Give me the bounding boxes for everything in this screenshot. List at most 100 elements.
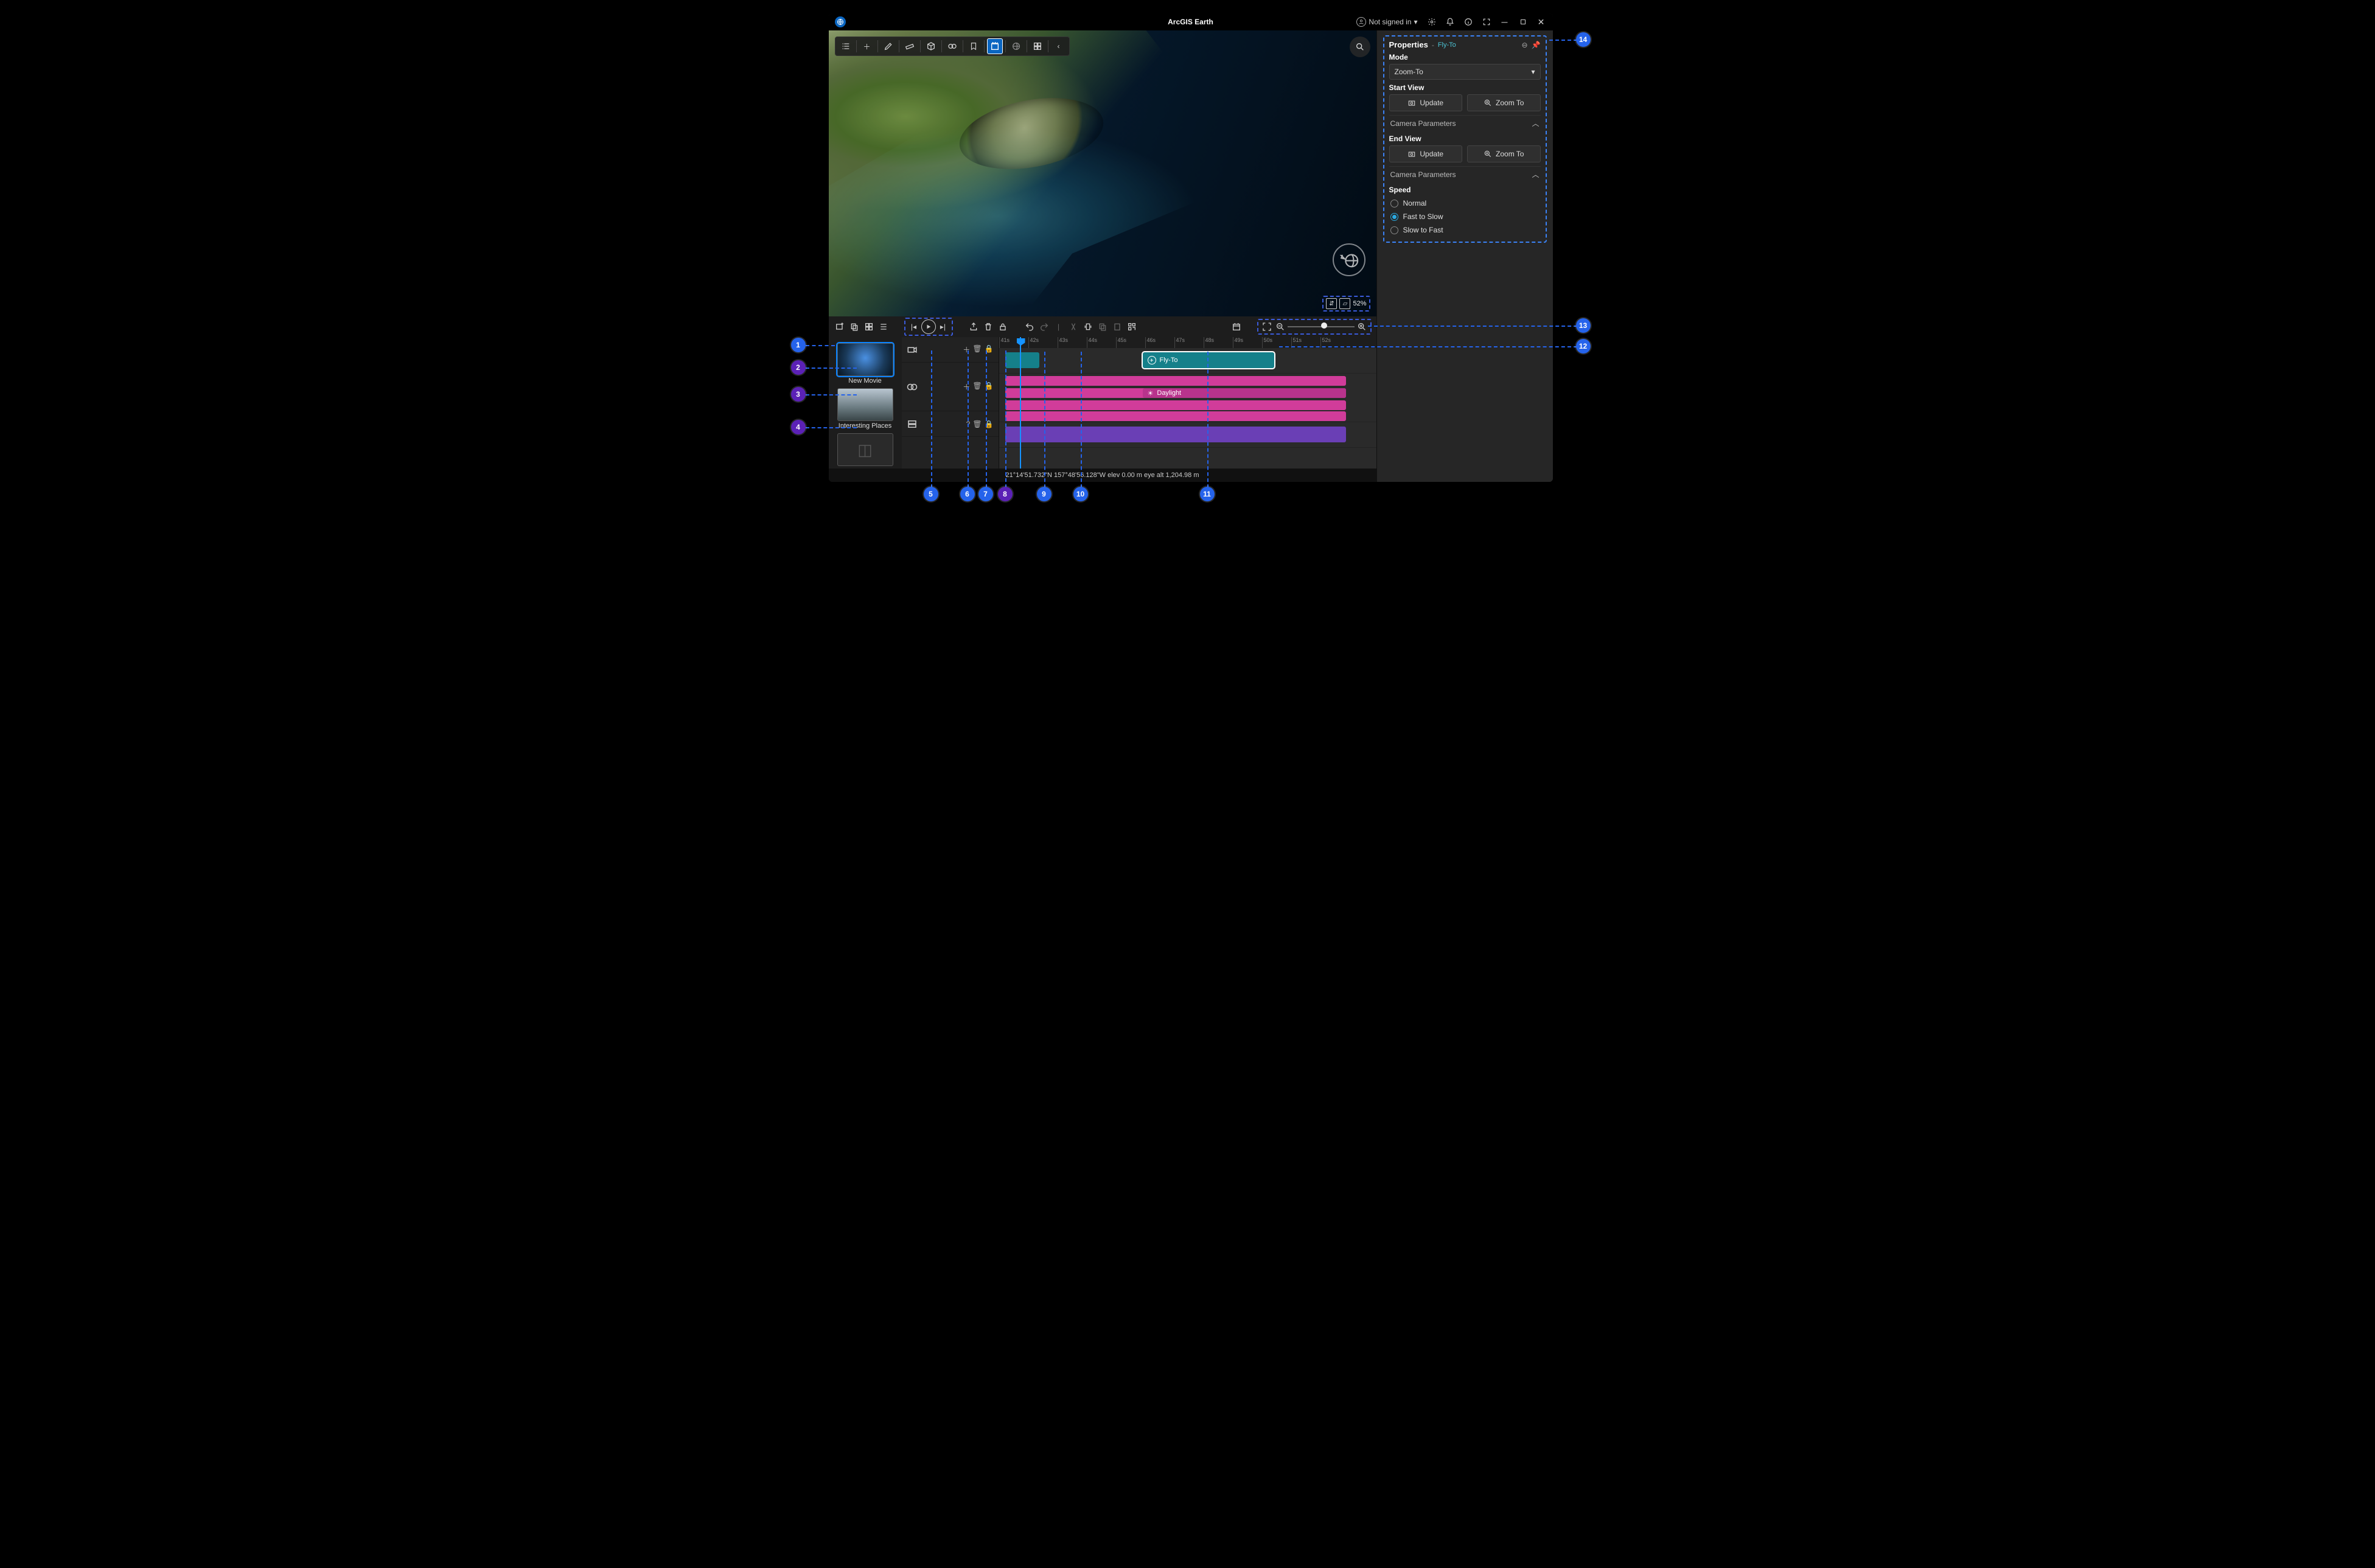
callout-11: 11 (1200, 487, 1215, 501)
redo-icon[interactable] (1038, 321, 1050, 333)
globe-icon[interactable] (1008, 38, 1024, 54)
add-movie-icon[interactable] (834, 321, 846, 333)
effect-segment[interactable] (1005, 376, 1346, 386)
zoom-extent-icon[interactable] (1261, 321, 1273, 333)
grid-icon[interactable] (1030, 38, 1045, 54)
navigator-globe[interactable] (1333, 243, 1365, 276)
extent-icon[interactable]: ▱ (1339, 298, 1350, 309)
export-icon[interactable] (968, 321, 980, 333)
paste-clip-icon[interactable] (1111, 321, 1123, 333)
camera-lane[interactable]: ✈ Fly-To (999, 348, 1376, 374)
duplicate-movie-icon[interactable] (848, 321, 860, 333)
zoom-out-icon[interactable] (1274, 321, 1286, 333)
track-camera-header: ＋ 🗑 🔒 (902, 337, 999, 363)
camera-segment[interactable] (1005, 352, 1039, 368)
split-icon[interactable] (1067, 321, 1079, 333)
separator (920, 40, 921, 52)
prev-frame-icon[interactable]: |◂ (908, 321, 920, 333)
separator (941, 40, 942, 52)
marker-icon[interactable]: | (1053, 321, 1065, 333)
camera-params-row[interactable]: Camera Parameters ︿ (1389, 115, 1541, 131)
callout-4: 4 (791, 420, 806, 434)
startview-zoomto-button[interactable]: Zoom To (1467, 94, 1541, 111)
dash (806, 427, 857, 428)
camera-params-label: Camera Parameters (1390, 119, 1456, 128)
tick: 44s (1087, 337, 1116, 348)
globe-viewport[interactable]: ＋ (829, 30, 1376, 316)
overlay-lane[interactable] (999, 422, 1376, 448)
pin-icon[interactable]: 📌 (1532, 41, 1541, 49)
callout-12: 12 (1576, 339, 1591, 354)
movie-thumb (837, 343, 893, 376)
exaggeration-icon[interactable]: ⇵ (1326, 298, 1337, 309)
play-button[interactable] (921, 319, 936, 334)
flyto-segment[interactable]: ✈ Fly-To (1143, 352, 1274, 368)
movie-item[interactable]: New Movie (837, 343, 893, 385)
add-icon[interactable]: ＋ (859, 38, 875, 54)
dash (1005, 350, 1006, 488)
ruler-icon[interactable] (902, 38, 918, 54)
dash (1549, 40, 1577, 41)
dash (1044, 352, 1045, 488)
tick: 45s (1116, 337, 1145, 348)
track-delete-icon[interactable]: 🗑 (972, 382, 982, 392)
dash (1368, 326, 1577, 327)
movie-grid-icon[interactable] (863, 321, 875, 333)
mode-label: Mode (1389, 53, 1541, 61)
exaggeration-value: 52% (1353, 300, 1366, 307)
speed-option-normal[interactable]: Normal (1389, 197, 1541, 210)
panel-subtitle: Fly-To (1438, 41, 1456, 49)
separator (856, 40, 857, 52)
startview-update-button[interactable]: Update (1389, 94, 1463, 111)
collapse-icon[interactable]: ⊖ (1521, 41, 1527, 49)
lock-icon[interactable] (997, 321, 1009, 333)
zoom-slider[interactable] (1288, 325, 1355, 329)
effect-segment[interactable] (1005, 411, 1346, 421)
overlay-segment[interactable] (1005, 427, 1346, 442)
bookmark-icon[interactable] (966, 38, 982, 54)
dash (806, 368, 857, 369)
endview-zoomto-button[interactable]: Zoom To (1467, 145, 1541, 162)
speed-option-fast-to-slow[interactable]: Fast to Slow (1389, 210, 1541, 223)
movie-name: Interesting Places (837, 422, 893, 430)
keyframe-icon[interactable] (1082, 321, 1094, 333)
speed-option-slow-to-fast[interactable]: Slow to Fast (1389, 223, 1541, 237)
zoom-controls (1257, 319, 1372, 335)
button-label: Zoom To (1496, 99, 1524, 107)
playhead[interactable] (1020, 337, 1021, 469)
effects-lane[interactable]: ☀ Daylight (999, 374, 1376, 422)
radio-icon (1390, 213, 1398, 221)
movie-icon[interactable] (987, 38, 1003, 54)
delete-icon[interactable] (982, 321, 994, 333)
mode-dropdown[interactable]: Zoom-To ▾ (1389, 64, 1541, 80)
track-add-icon[interactable]: ＋ (963, 382, 970, 392)
qr-icon[interactable] (1126, 321, 1138, 333)
track-delete-icon[interactable]: 🗑 (972, 420, 982, 428)
track-area[interactable]: 41s 42s 43s 44s 45s 46s 47s 48s 49s 50 (999, 337, 1376, 469)
pencil-icon[interactable] (881, 38, 896, 54)
cube-icon[interactable] (923, 38, 939, 54)
chevron-up-icon: ︿ (1532, 118, 1539, 128)
movie-item[interactable]: ◫ (837, 433, 893, 466)
track-delete-icon[interactable]: 🗑 (972, 344, 982, 355)
toc-icon[interactable] (838, 38, 854, 54)
effect-segment[interactable] (1005, 400, 1346, 410)
endview-update-button[interactable]: Update (1389, 145, 1463, 162)
layers-icon[interactable] (944, 38, 960, 54)
next-frame-icon[interactable]: ▸| (937, 321, 949, 333)
zoom-in-icon[interactable] (1356, 321, 1368, 333)
undo-icon[interactable] (1024, 321, 1036, 333)
segment-label: Daylight (1157, 389, 1181, 397)
camera-params-row[interactable]: Camera Parameters ︿ (1389, 166, 1541, 182)
callout-10: 10 (1073, 487, 1088, 501)
copy-clip-icon[interactable] (1097, 321, 1109, 333)
calendar-icon[interactable] (1230, 321, 1243, 333)
movie-list-icon[interactable] (877, 321, 890, 333)
search-button[interactable] (1350, 37, 1370, 57)
chevron-left-icon[interactable]: ‹ (1051, 38, 1067, 54)
daylight-segment[interactable]: ☀ Daylight (1143, 388, 1346, 398)
radio-label: Normal (1403, 199, 1427, 207)
properties-panel: Properties - Fly-To ⊖ 📌 Mode Zoom-To ▾ S… (1376, 30, 1553, 482)
track-add-icon[interactable]: ＋ (963, 344, 970, 355)
separator (984, 40, 985, 52)
